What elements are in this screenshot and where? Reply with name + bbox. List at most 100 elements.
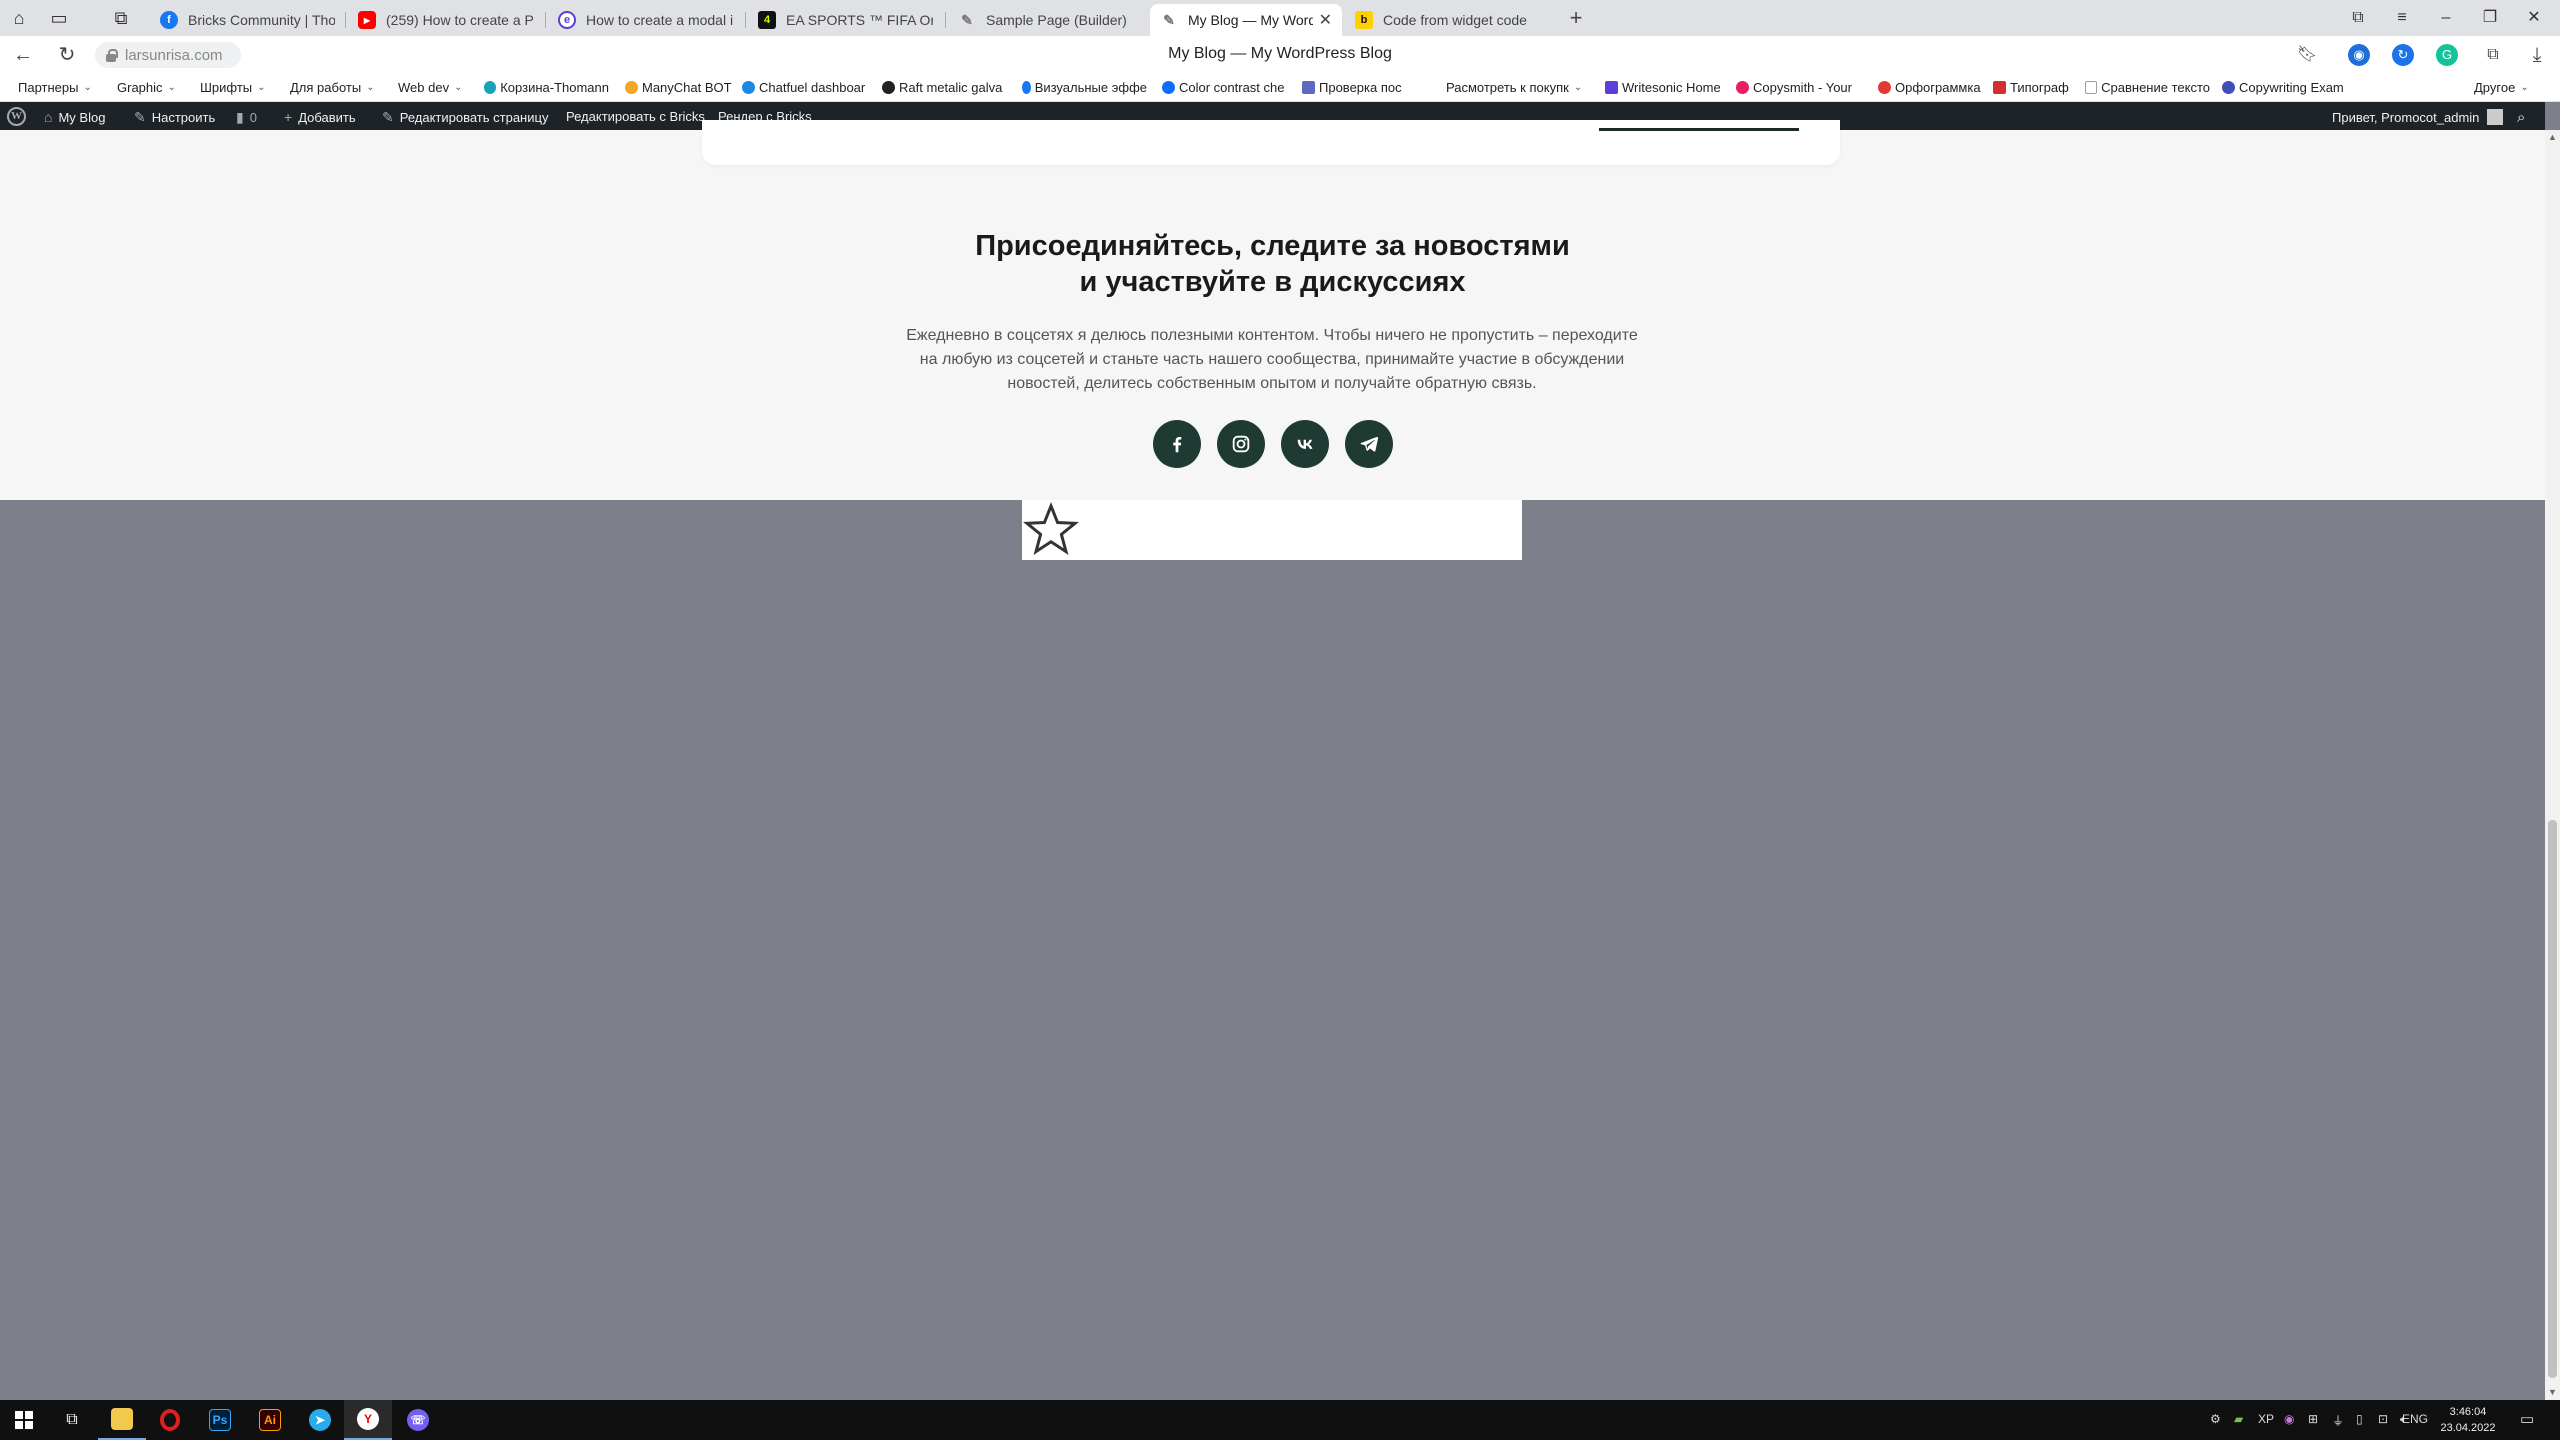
tab-my-blog[interactable]: ✎ My Blog — My WordPre ✕ <box>1150 4 1342 36</box>
tab-modal-tutorial[interactable]: e How to create a modal in \ <box>548 4 743 36</box>
taskbar-explorer[interactable] <box>98 1400 146 1440</box>
bookmark-other-folder[interactable]: Другое ⌄ <box>2474 80 2529 95</box>
bookmark-link[interactable]: Chatfuel dashboar <box>742 80 867 95</box>
language-indicator[interactable]: ENG <box>2402 1412 2428 1426</box>
manychat-icon <box>625 81 638 94</box>
notifications-icon[interactable]: ▭ <box>2520 1410 2534 1428</box>
grammarly-icon[interactable]: G <box>2436 44 2458 66</box>
bookmark-icon[interactable]: 🔖︎ <box>2294 42 2320 68</box>
admin-account[interactable]: Привет, Promocot_admin <box>2332 109 2504 125</box>
bookmark-link[interactable]: Raft metalic galva <box>882 80 1007 95</box>
bookmark-link[interactable]: Типограф <box>1993 80 2069 95</box>
close-window-button[interactable]: ✕ <box>2514 4 2554 32</box>
taskbar-telegram[interactable]: ➤ <box>296 1400 344 1440</box>
scroll-up-icon[interactable]: ▲ <box>2545 130 2560 145</box>
facebook-icon <box>1172 436 1181 453</box>
admin-add-new[interactable]: + Добавить <box>284 109 356 125</box>
bookmark-link[interactable]: ManyChat BOT <box>625 80 732 95</box>
tab-title: (259) How to create a Popu <box>386 12 533 28</box>
system-clock[interactable]: 3:46:04 23.04.2022 <box>2436 1404 2500 1436</box>
new-tab-button[interactable]: + <box>1563 6 1589 32</box>
battery-tray-icon[interactable]: ▯ <box>2356 1412 2363 1426</box>
address-bar: ← ↻ larsunrisa.com My Blog — My WordPres… <box>0 36 2560 74</box>
popup-box <box>1022 500 1522 560</box>
star-icon[interactable] <box>1022 502 1080 558</box>
bookmark-folder[interactable]: Для работы ⌄ <box>290 80 375 95</box>
bookmark-folder[interactable]: Graphic ⌄ <box>117 80 176 95</box>
taskbar-viber[interactable]: ☏ <box>394 1400 442 1440</box>
bookmark-link[interactable]: Корзина-Thomann <box>484 80 609 95</box>
facebook-link[interactable] <box>1152 420 1201 468</box>
bookmark-link[interactable]: Сравнение тексто <box>2085 80 2210 95</box>
scroll-thumb[interactable] <box>2548 820 2557 1378</box>
extensions-icon[interactable]: ⧉ <box>2480 42 2506 68</box>
admin-search-icon[interactable]: ⌕ <box>2517 109 2525 126</box>
scroll-down-icon[interactable]: ▼ <box>2545 1385 2560 1400</box>
bookmark-link[interactable]: Copywriting Exam <box>2222 80 2350 95</box>
taskbar-illustrator[interactable]: Ai <box>246 1400 294 1440</box>
tab-youtube-popup[interactable]: ▶ (259) How to create a Popu <box>348 4 543 36</box>
admin-edit-page[interactable]: ✎ Редактировать страницу <box>382 109 548 126</box>
usb-tray-icon[interactable]: ⏚ <box>2332 1412 2344 1429</box>
settings-tray-icon[interactable]: ⚙ <box>2210 1412 2221 1426</box>
app-tray-icon[interactable]: ◉ <box>2284 1412 2294 1426</box>
taskbar-yandex-browser[interactable]: Y <box>344 1400 392 1440</box>
chevron-down-icon: ⌄ <box>167 82 176 93</box>
new-collection-icon[interactable]: ⧉ <box>108 5 134 31</box>
bookmark-link[interactable]: Орфограммка <box>1878 80 1981 95</box>
tab-manager-icon[interactable]: ⧉ <box>2338 4 2378 32</box>
download-icon[interactable]: ⤓ <box>2524 42 2550 68</box>
bookmark-link[interactable]: Проверка пос <box>1302 80 1427 95</box>
restore-button[interactable]: ❐ <box>2470 4 2510 32</box>
pencil-icon: ✎ <box>382 109 394 125</box>
start-button[interactable] <box>0 1400 48 1440</box>
telegram-link[interactable] <box>1344 420 1393 468</box>
taskbar-opera[interactable] <box>146 1400 194 1440</box>
admin-edit-with-bricks[interactable]: Редактировать с Bricks <box>566 109 705 124</box>
yandex-browser-icon: Y <box>357 1408 379 1430</box>
page-viewport: Присоединяйтесь, следите за новостями и … <box>0 120 2545 1400</box>
nvidia-tray-icon[interactable]: ▰ <box>2234 1412 2243 1426</box>
close-tab-icon[interactable]: ✕ <box>1319 10 1332 30</box>
page-scrollbar[interactable]: ▲ ▼ <box>2545 130 2560 1400</box>
minimize-button[interactable]: – <box>2426 4 2466 32</box>
instagram-link[interactable] <box>1216 420 1265 468</box>
tab-code-widget[interactable]: b Code from widget code bl <box>1345 4 1540 36</box>
wifi-tray-icon[interactable]: ⊡ <box>2378 1412 2388 1426</box>
bookmark-folder[interactable]: Шрифты ⌄ <box>200 80 266 95</box>
bookmark-folder[interactable]: Партнеры ⌄ <box>18 80 92 95</box>
tab-groups-icon[interactable]: ▭ <box>46 5 72 31</box>
bookmark-link[interactable]: Color contrast che <box>1162 80 1287 95</box>
network-tray-icon[interactable]: ⊞ <box>2308 1412 2318 1426</box>
home-icon[interactable]: ⌂ <box>6 5 32 31</box>
tipograf-icon <box>1993 81 2006 94</box>
vk-link[interactable] <box>1280 420 1329 468</box>
xp-tray-icon[interactable]: XP <box>2258 1412 2274 1426</box>
admin-site-name[interactable]: ⌂ My Blog <box>44 109 105 125</box>
extension-icon[interactable]: ◉ <box>2348 44 2370 66</box>
tab-bricks-community[interactable]: f Bricks Community | Thoma <box>150 4 345 36</box>
copywriting-icon <box>2222 81 2235 94</box>
windows-logo-icon <box>15 1411 33 1429</box>
bookmark-link[interactable]: Copysmith - Your <box>1736 80 1861 95</box>
bookmark-folder[interactable]: Расмотреть к покупк ⌄ <box>1446 80 1582 95</box>
admin-customize[interactable]: ✎ Настроить <box>134 109 215 126</box>
taskbar-photoshop[interactable]: Ps <box>196 1400 244 1440</box>
illustrator-icon: Ai <box>259 1409 281 1431</box>
menu-icon[interactable]: ≡ <box>2382 4 2422 32</box>
wordpress-logo-icon[interactable]: W <box>7 107 26 126</box>
fifa-icon: 4 <box>758 11 776 29</box>
task-view-button[interactable]: ⧉ <box>48 1400 96 1440</box>
admin-comments[interactable]: ▮ 0 <box>236 109 257 126</box>
telegram-icon: ➤ <box>309 1409 331 1431</box>
join-heading-line: и участвуйте в дискуссиях <box>1079 266 1466 298</box>
tab-fifa-online[interactable]: 4 EA SPORTS ™ FIFA Online <box>748 4 943 36</box>
bookmark-link[interactable]: Writesonic Home <box>1605 80 1721 95</box>
youtube-icon: ▶ <box>358 11 376 29</box>
tab-title: My Blog — My WordPre <box>1188 12 1313 28</box>
page-title: My Blog — My WordPress Blog <box>1168 45 1392 62</box>
bookmark-folder[interactable]: Web dev ⌄ <box>398 80 462 95</box>
bookmark-link[interactable]: Визуальные эффе <box>1022 80 1147 95</box>
sync-icon[interactable]: ↻ <box>2392 44 2414 66</box>
tab-sample-page-builder[interactable]: ✎ Sample Page (Builder) <box>948 4 1143 36</box>
